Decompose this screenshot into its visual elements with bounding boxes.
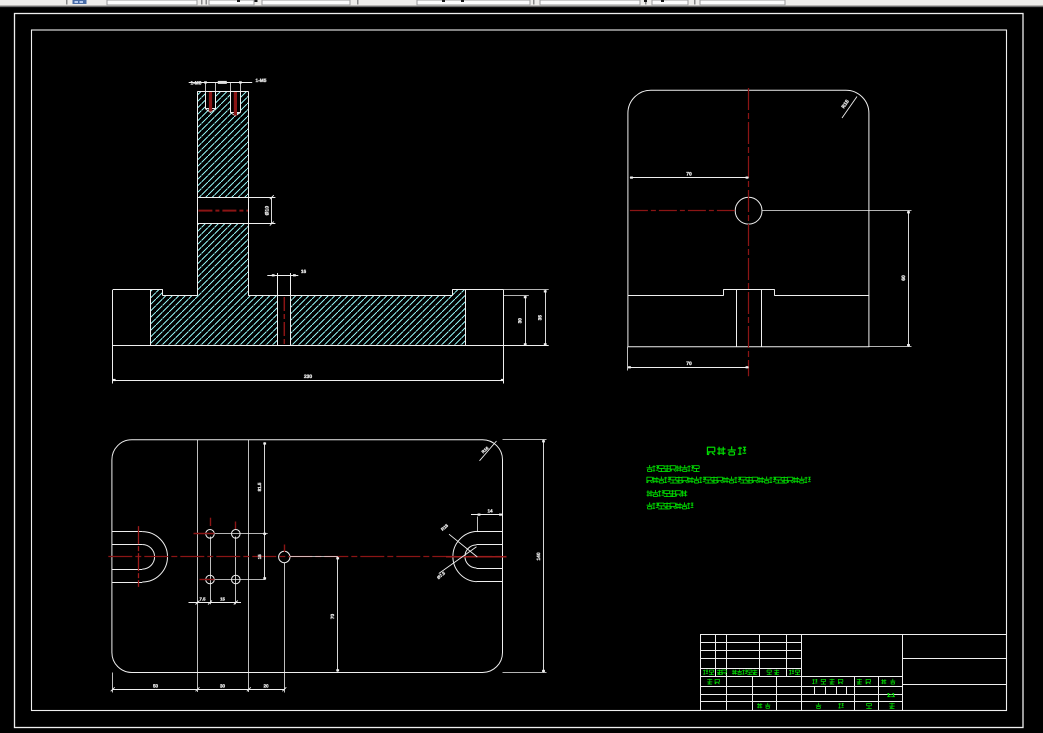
svg-text:70: 70 bbox=[686, 361, 692, 367]
svg-text:50: 50 bbox=[153, 683, 159, 688]
svg-text:81.5: 81.5 bbox=[257, 482, 262, 491]
svg-text:140: 140 bbox=[536, 552, 542, 560]
svg-text:1-M5: 1-M5 bbox=[256, 78, 267, 84]
svg-text:70: 70 bbox=[686, 172, 692, 178]
svg-text:Ø10: Ø10 bbox=[264, 206, 270, 216]
svg-text:15: 15 bbox=[220, 597, 225, 602]
svg-text:16: 16 bbox=[301, 269, 307, 275]
svg-text:15: 15 bbox=[257, 554, 262, 559]
svg-text:30: 30 bbox=[220, 683, 226, 688]
svg-text:14: 14 bbox=[487, 508, 493, 513]
svg-text:1:1: 1:1 bbox=[887, 693, 895, 699]
svg-text:7.5: 7.5 bbox=[200, 597, 207, 602]
svg-text:30: 30 bbox=[518, 318, 524, 324]
svg-text:60: 60 bbox=[901, 275, 907, 281]
svg-text:20: 20 bbox=[263, 683, 269, 688]
svg-text:70: 70 bbox=[330, 614, 336, 620]
svg-text:35: 35 bbox=[538, 315, 544, 321]
svg-text:1-M6: 1-M6 bbox=[191, 81, 202, 87]
svg-text:230: 230 bbox=[304, 374, 313, 380]
